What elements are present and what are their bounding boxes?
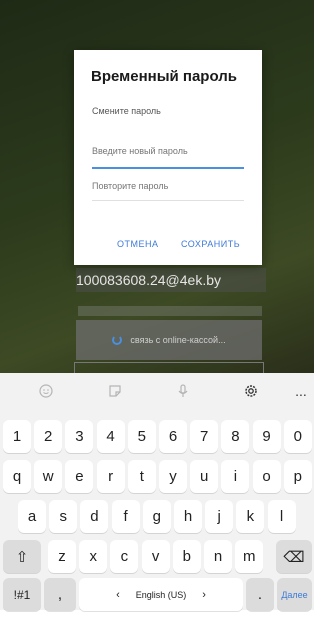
mic-icon[interactable] [174,382,192,400]
key-2[interactable]: 2 [34,420,63,453]
key-c[interactable]: c [110,540,139,573]
key-l[interactable]: l [267,500,296,533]
space-key[interactable]: ‹ English (US) › [79,578,243,611]
key-w[interactable]: w [34,460,63,493]
loading-text: связь с online-кассой... [130,335,226,345]
settings-icon[interactable] [242,382,260,400]
more-icon[interactable]: ... [292,382,310,400]
key-i[interactable]: i [221,460,250,493]
key-v[interactable]: v [141,540,170,573]
spinner-icon [112,335,123,345]
background-panel [74,362,264,373]
key-z[interactable]: z [48,540,76,573]
letter-row-2: asdfghjkl [0,500,314,540]
backspace-key[interactable]: ⌫ [276,540,312,573]
key-5[interactable]: 5 [127,420,156,453]
key-s[interactable]: s [49,500,78,533]
new-password-field[interactable] [92,146,244,156]
key-x[interactable]: x [79,540,108,573]
dialog-title: Временный пароль [91,68,238,85]
key-p[interactable]: p [283,460,312,493]
key-e[interactable]: e [65,460,94,493]
key-f[interactable]: f [111,500,140,533]
symbols-key[interactable]: !#1 [3,578,41,611]
key-j[interactable]: j [205,500,234,533]
next-key[interactable]: Далее [277,578,312,611]
key-q[interactable]: q [3,460,31,493]
key-3[interactable]: 3 [65,420,94,453]
key-n[interactable]: n [204,540,232,573]
key-1[interactable]: 1 [3,420,31,453]
dialog-subtitle: Смените пароль [92,106,161,116]
lang-prev-icon: ‹ [116,588,120,601]
temp-password-dialog: Временный пароль Смените пароль ОТМЕНА С… [74,50,262,265]
key-7[interactable]: 7 [190,420,219,453]
app-background: 100083608.24@4ek.by связь с online-кассо… [0,0,314,373]
save-button[interactable]: СОХРАНИТЬ [181,239,240,249]
emoji-icon[interactable] [37,382,55,400]
key-m[interactable]: m [235,540,264,573]
bottom-row: !#1 , ‹ English (US) › . Далее [0,578,314,618]
key-t[interactable]: t [127,460,156,493]
keyboard-toolbar: ... [0,373,314,409]
new-password-underline [92,167,244,169]
repeat-password-underline [92,200,244,201]
key-r[interactable]: r [96,460,125,493]
key-o[interactable]: o [252,460,281,493]
key-d[interactable]: d [80,500,109,533]
shift-key[interactable]: ⇧ [3,540,41,573]
key-a[interactable]: a [18,500,46,533]
sticker-icon[interactable] [106,382,124,400]
key-4[interactable]: 4 [96,420,125,453]
key-k[interactable]: k [236,500,265,533]
letter-row-3: ⇧ ⌫ zxcvbnm [0,540,314,580]
repeat-password-field[interactable] [92,181,244,191]
language-label: English (US) [135,589,187,600]
key-h[interactable]: h [174,500,202,533]
comma-key[interactable]: , [44,578,76,611]
letter-row-1: qwertyuiop [0,460,314,500]
digit-row: 1234567890 [0,420,314,460]
lang-next-icon: › [202,588,206,601]
loading-indicator: связь с online-кассой... [76,320,262,360]
keyboard: ... 1234567890 qwertyuiop asdfghjkl ⇧ ⌫ … [0,373,314,611]
period-key[interactable]: . [246,578,274,611]
cancel-button[interactable]: ОТМЕНА [117,239,159,249]
key-b[interactable]: b [172,540,201,573]
key-g[interactable]: g [142,500,171,533]
account-email: 100083608.24@4ek.by [76,268,266,292]
key-9[interactable]: 9 [252,420,281,453]
background-field [78,306,262,316]
key-u[interactable]: u [190,460,219,493]
key-8[interactable]: 8 [221,420,250,453]
key-0[interactable]: 0 [283,420,312,453]
key-y[interactable]: y [159,460,187,493]
key-6[interactable]: 6 [159,420,187,453]
